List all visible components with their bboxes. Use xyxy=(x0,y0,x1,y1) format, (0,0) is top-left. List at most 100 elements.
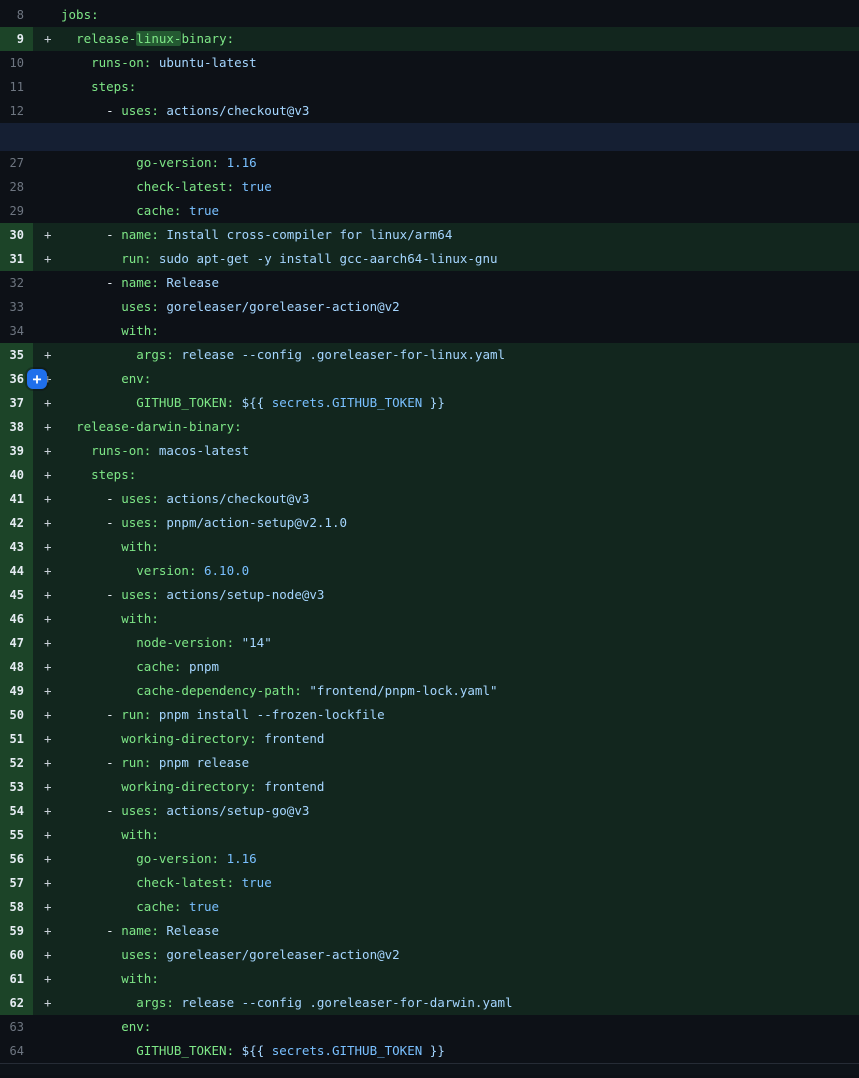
diff-line-row: 28 check-latest: true xyxy=(0,175,859,199)
code-token-key: go-version: xyxy=(136,851,219,866)
addition-marker: + xyxy=(33,943,61,967)
code-token-string: pnpm/action-setup@v2.1.0 xyxy=(159,515,347,530)
code-content: - name: Install cross-compiler for linux… xyxy=(61,223,859,247)
expand-hidden-lines-row[interactable] xyxy=(0,123,859,151)
code-content: with: xyxy=(61,823,859,847)
diff-line-row: 57+ check-latest: true xyxy=(0,871,859,895)
code-token-key: run: xyxy=(121,707,151,722)
line-number[interactable]: 32 xyxy=(0,271,33,295)
addition-marker: + xyxy=(33,391,61,415)
line-number[interactable]: 29 xyxy=(0,199,33,223)
diff-line-row: 58+ cache: true xyxy=(0,895,859,919)
diff-view: 8jobs:9+ release-linux-binary:10 runs-on… xyxy=(0,0,859,1075)
code-token-constant: 1.16 xyxy=(219,155,257,170)
code-content: run: sudo apt-get -y install gcc-aarch64… xyxy=(61,247,859,271)
code-content: runs-on: macos-latest xyxy=(61,439,859,463)
code-token-key: check-latest: xyxy=(136,875,234,890)
code-token-key: GITHUB_TOKEN: xyxy=(136,1043,234,1058)
diff-line-row: 56+ go-version: 1.16 xyxy=(0,847,859,871)
code-content: release-darwin-binary: xyxy=(61,415,859,439)
line-number[interactable]: 46 xyxy=(0,607,33,631)
code-token-key_highlight: linux- xyxy=(136,31,181,46)
line-number[interactable]: 43 xyxy=(0,535,33,559)
line-number[interactable]: 38 xyxy=(0,415,33,439)
diff-line-row: 59+ - name: Release xyxy=(0,919,859,943)
line-number[interactable]: 54 xyxy=(0,799,33,823)
code-token-constant: 6.10.0 xyxy=(196,563,249,578)
line-number[interactable]: 58 xyxy=(0,895,33,919)
line-number[interactable]: 31 xyxy=(0,247,33,271)
line-number[interactable]: 51 xyxy=(0,727,33,751)
diff-line-row: 30+ - name: Install cross-compiler for l… xyxy=(0,223,859,247)
addition-marker: + xyxy=(33,583,61,607)
diff-line-row: 40+ steps: xyxy=(0,463,859,487)
line-number[interactable]: 10 xyxy=(0,51,33,75)
line-number[interactable]: 8 xyxy=(0,3,33,27)
line-number[interactable]: 27 xyxy=(0,151,33,175)
line-number[interactable]: 50 xyxy=(0,703,33,727)
code-token-constant: 1.16 xyxy=(219,851,257,866)
code-content: with: xyxy=(61,535,859,559)
line-number[interactable]: 33 xyxy=(0,295,33,319)
line-number[interactable]: 30 xyxy=(0,223,33,247)
line-number[interactable]: 60 xyxy=(0,943,33,967)
line-number[interactable]: 63 xyxy=(0,1015,33,1039)
code-token-key: runs-on: xyxy=(91,55,151,70)
line-number[interactable]: 62 xyxy=(0,991,33,1015)
line-number[interactable]: 48 xyxy=(0,655,33,679)
line-number[interactable]: 40 xyxy=(0,463,33,487)
code-content: - uses: actions/checkout@v3 xyxy=(61,99,859,123)
line-number[interactable]: 61 xyxy=(0,967,33,991)
line-number[interactable]: 11 xyxy=(0,75,33,99)
line-number[interactable]: 39 xyxy=(0,439,33,463)
line-number[interactable]: 28 xyxy=(0,175,33,199)
code-content: - run: pnpm install --frozen-lockfile xyxy=(61,703,859,727)
code-token-expr: ${{ xyxy=(234,395,272,410)
addition-marker: + xyxy=(33,991,61,1015)
addition-marker: + xyxy=(33,655,61,679)
code-token-string: actions/checkout@v3 xyxy=(159,491,310,506)
line-number[interactable]: 57 xyxy=(0,871,33,895)
code-content: cache-dependency-path: "frontend/pnpm-lo… xyxy=(61,679,859,703)
code-content: go-version: 1.16 xyxy=(61,151,859,175)
diff-line-row: 63 env: xyxy=(0,1015,859,1039)
line-number[interactable]: 56 xyxy=(0,847,33,871)
line-number[interactable]: 64 xyxy=(0,1039,33,1063)
diff-line-row: 34 with: xyxy=(0,319,859,343)
line-number[interactable]: 52 xyxy=(0,751,33,775)
code-token-key: version: xyxy=(136,563,196,578)
code-content: check-latest: true xyxy=(61,871,859,895)
code-content: version: 6.10.0 xyxy=(61,559,859,583)
line-number[interactable]: 45 xyxy=(0,583,33,607)
addition-marker: + xyxy=(33,223,61,247)
addition-marker: + xyxy=(33,439,61,463)
line-number[interactable]: 49 xyxy=(0,679,33,703)
code-token-plain: - xyxy=(106,923,121,938)
code-token-key: env: xyxy=(121,1019,151,1034)
line-number[interactable]: 53 xyxy=(0,775,33,799)
diff-line-row: 10 runs-on: ubuntu-latest xyxy=(0,51,859,75)
code-token-key: name: xyxy=(121,227,159,242)
addition-marker: + xyxy=(33,799,61,823)
context-marker xyxy=(33,295,61,319)
line-number[interactable]: 44 xyxy=(0,559,33,583)
line-number[interactable]: 59 xyxy=(0,919,33,943)
line-number[interactable]: 35 xyxy=(0,343,33,367)
line-number[interactable]: 47 xyxy=(0,631,33,655)
diff-line-row: 31+ run: sudo apt-get -y install gcc-aar… xyxy=(0,247,859,271)
code-token-key: go-version: xyxy=(136,155,219,170)
add-comment-button[interactable]: + xyxy=(27,369,47,389)
code-content: runs-on: ubuntu-latest xyxy=(61,51,859,75)
diff-line-row: 29 cache: true xyxy=(0,199,859,223)
line-number[interactable]: 55 xyxy=(0,823,33,847)
addition-marker: + xyxy=(33,487,61,511)
line-number[interactable]: 12 xyxy=(0,99,33,123)
diff-line-row: 49+ cache-dependency-path: "frontend/pnp… xyxy=(0,679,859,703)
line-number[interactable]: 37 xyxy=(0,391,33,415)
line-number[interactable]: 41 xyxy=(0,487,33,511)
line-number[interactable]: 34 xyxy=(0,319,33,343)
diff-line-row: 27 go-version: 1.16 xyxy=(0,151,859,175)
line-number[interactable]: 42 xyxy=(0,511,33,535)
line-number[interactable]: 9 xyxy=(0,27,33,51)
addition-marker: + xyxy=(33,343,61,367)
